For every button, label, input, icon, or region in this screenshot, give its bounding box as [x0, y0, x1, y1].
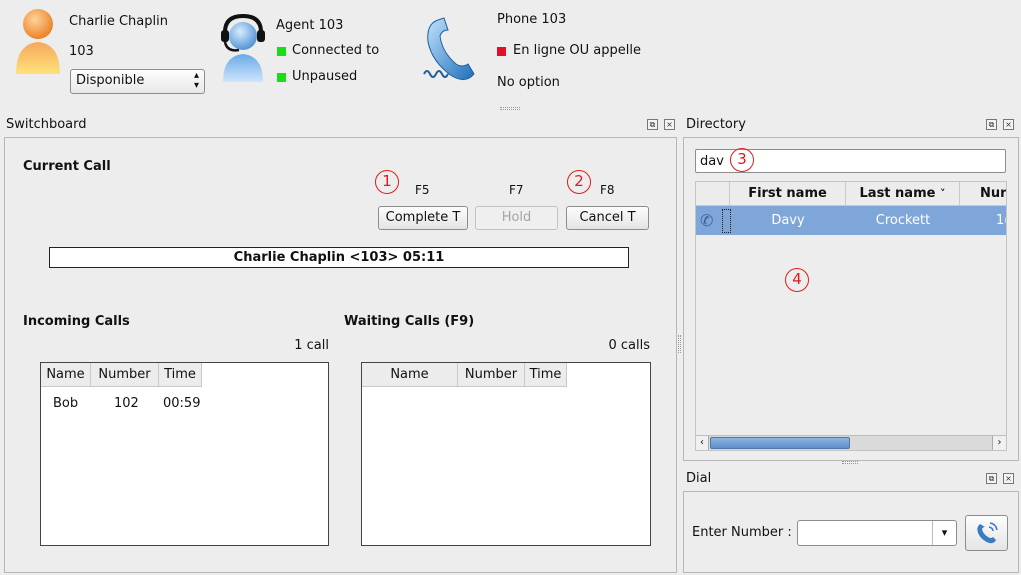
enter-number-label: Enter Number :: [692, 525, 792, 540]
phone-option: No option: [497, 75, 560, 90]
column-header-time[interactable]: Time: [159, 363, 202, 387]
first-name-cell: Davy: [771, 213, 805, 228]
directory-header: First name Last name ˅ Nur: [696, 182, 1006, 206]
column-header-name[interactable]: Name: [41, 363, 91, 387]
phone-row-icon: ✆: [700, 211, 714, 230]
agent-headset-icon: [219, 13, 269, 84]
incoming-calls-list[interactable]: Name Number Time Bob 102 00:59: [40, 362, 329, 546]
incoming-calls-header: Name Number Time: [41, 363, 202, 387]
column-header-number[interactable]: Nur: [960, 182, 1006, 206]
phone-handset-icon: [418, 14, 488, 86]
agent-status2-indicator: [277, 73, 286, 82]
user-number: 103: [69, 44, 94, 59]
current-call-heading: Current Call: [23, 159, 111, 174]
column-header-name[interactable]: Name: [362, 363, 458, 387]
directory-results-list[interactable]: First name Last name ˅ Nur ✆ Davy Crocke…: [695, 181, 1007, 451]
number-combobox[interactable]: ▾: [797, 520, 957, 546]
incoming-calls-heading: Incoming Calls: [23, 314, 130, 329]
phone-status-indicator: [497, 47, 506, 56]
updown-arrows-icon: ▴ ▾: [193, 70, 199, 91]
availability-select[interactable]: Disponible ▴ ▾: [70, 69, 205, 94]
marker-4: 4: [785, 268, 809, 292]
vertical-splitter-handle[interactable]: [678, 335, 681, 353]
dial-title: Dial: [686, 471, 712, 486]
switchboard-panel: Current Call 1 2 F5 F7 F8 Complete T Hol…: [4, 137, 677, 573]
horizontal-scrollbar[interactable]: ‹ ›: [696, 435, 1006, 450]
scroll-right-icon[interactable]: ›: [992, 436, 1006, 450]
marker-1: 1: [375, 170, 399, 194]
waiting-calls-header: Name Number Time: [362, 363, 567, 387]
marker-2: 2: [567, 170, 591, 194]
phone-title: Phone 103: [497, 12, 567, 27]
directory-title: Directory: [686, 117, 746, 132]
hold-key: F7: [509, 183, 524, 197]
dial-call-button[interactable]: [965, 515, 1008, 551]
sort-indicator-icon: ˅: [939, 187, 946, 200]
complete-transfer-key: F5: [415, 183, 430, 197]
last-name-cell: Crockett: [875, 213, 931, 228]
directory-float-icon[interactable]: ⧉: [986, 119, 997, 130]
dial-float-icon[interactable]: ⧉: [986, 473, 997, 484]
dial-phone-icon: [976, 521, 998, 543]
waiting-calls-count: 0 calls: [608, 338, 650, 353]
phone-status: En ligne OU appelle: [513, 43, 642, 58]
number-cell: 1(: [996, 213, 1006, 228]
chevron-down-icon[interactable]: ▾: [932, 521, 956, 545]
splitter-handle[interactable]: [500, 107, 520, 110]
waiting-calls-heading: Waiting Calls (F9): [344, 314, 475, 329]
availability-selected-value: Disponible: [76, 73, 145, 88]
current-call-display: Charlie Chaplin <103> 05:11: [49, 247, 629, 268]
column-header-time[interactable]: Time: [525, 363, 567, 387]
switchboard-title: Switchboard: [6, 117, 87, 132]
last-name-label: Last name: [859, 186, 936, 201]
complete-transfer-button[interactable]: Complete T: [378, 206, 468, 230]
incoming-calls-count: 1 call: [294, 338, 329, 353]
table-row[interactable]: Bob 102 00:59: [41, 395, 328, 415]
agent-status1: Connected to: [292, 43, 380, 58]
column-header-number[interactable]: Number: [91, 363, 159, 387]
column-header-number[interactable]: Number: [458, 363, 525, 387]
number-input[interactable]: [800, 523, 928, 543]
table-row[interactable]: ✆ Davy Crockett 1(: [696, 206, 1006, 235]
caller-number: 102: [114, 396, 139, 411]
user-avatar-icon: [12, 6, 64, 76]
scrollbar-thumb[interactable]: [710, 437, 850, 449]
agent-title: Agent 103: [276, 18, 344, 33]
column-header-icon: [696, 182, 730, 206]
cancel-transfer-button[interactable]: Cancel T: [566, 206, 649, 230]
hold-button[interactable]: Hold: [475, 206, 558, 230]
scroll-left-icon[interactable]: ‹: [696, 436, 709, 450]
dial-panel: Enter Number : ▾: [683, 491, 1019, 573]
column-header-first-name[interactable]: First name: [730, 182, 846, 206]
call-time: 00:59: [163, 396, 201, 411]
directory-close-icon[interactable]: ×: [1003, 119, 1014, 130]
waiting-calls-list[interactable]: Name Number Time: [361, 362, 651, 546]
switchboard-float-icon[interactable]: ⧉: [647, 119, 658, 130]
dock-splitter-handle[interactable]: [842, 461, 858, 464]
agent-status1-indicator: [277, 47, 286, 56]
user-name: Charlie Chaplin: [69, 14, 168, 29]
marker-3: 3: [730, 148, 754, 172]
agent-status2: Unpaused: [292, 69, 358, 84]
directory-panel: 3 First name Last name ˅ Nur ✆ Davy Croc…: [683, 137, 1019, 461]
dial-close-icon[interactable]: ×: [1003, 473, 1014, 484]
caller-name: Bob: [53, 396, 79, 411]
switchboard-close-icon[interactable]: ×: [664, 119, 675, 130]
cancel-transfer-key: F8: [600, 183, 615, 197]
column-header-last-name[interactable]: Last name ˅: [846, 182, 960, 206]
